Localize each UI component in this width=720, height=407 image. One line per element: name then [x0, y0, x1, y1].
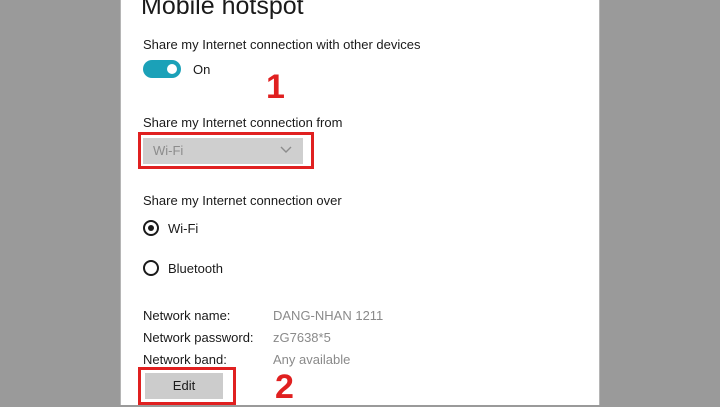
radio-option-bluetooth[interactable]: Bluetooth	[143, 260, 283, 280]
share-connection-label: Share my Internet connection with other …	[143, 37, 421, 52]
network-name-label: Network name:	[143, 308, 231, 323]
radio-button-wifi[interactable]	[143, 220, 159, 236]
network-name-value: DANG-NHAN 1211	[273, 308, 384, 323]
network-password-value: zG7638*5	[273, 330, 331, 345]
share-from-label: Share my Internet connection from	[143, 115, 343, 130]
page-title: Mobile hotspot	[141, 0, 304, 20]
step-1-annotation: 1	[266, 68, 285, 106]
share-over-label: Share my Internet connection over	[143, 193, 342, 208]
settings-panel: Mobile hotspot Share my Internet connect…	[120, 0, 600, 406]
radio-label-bluetooth: Bluetooth	[168, 261, 223, 276]
radio-button-bluetooth[interactable]	[143, 260, 159, 276]
step-2-annotation: 2	[275, 368, 294, 406]
network-band-label: Network band:	[143, 352, 227, 367]
network-password-label: Network password:	[143, 330, 254, 345]
share-connection-toggle[interactable]	[143, 60, 181, 78]
edit-button[interactable]: Edit	[145, 373, 223, 399]
toggle-knob	[167, 64, 177, 74]
share-from-selected-value: Wi-Fi	[153, 143, 184, 158]
share-from-dropdown[interactable]: Wi-Fi	[143, 138, 303, 164]
radio-selected-dot	[148, 225, 154, 231]
chevron-down-icon	[279, 143, 293, 162]
radio-label-wifi: Wi-Fi	[168, 221, 199, 236]
radio-option-wifi[interactable]: Wi-Fi	[143, 220, 283, 240]
toggle-state-label: On	[193, 62, 211, 77]
network-band-value: Any available	[273, 352, 351, 367]
